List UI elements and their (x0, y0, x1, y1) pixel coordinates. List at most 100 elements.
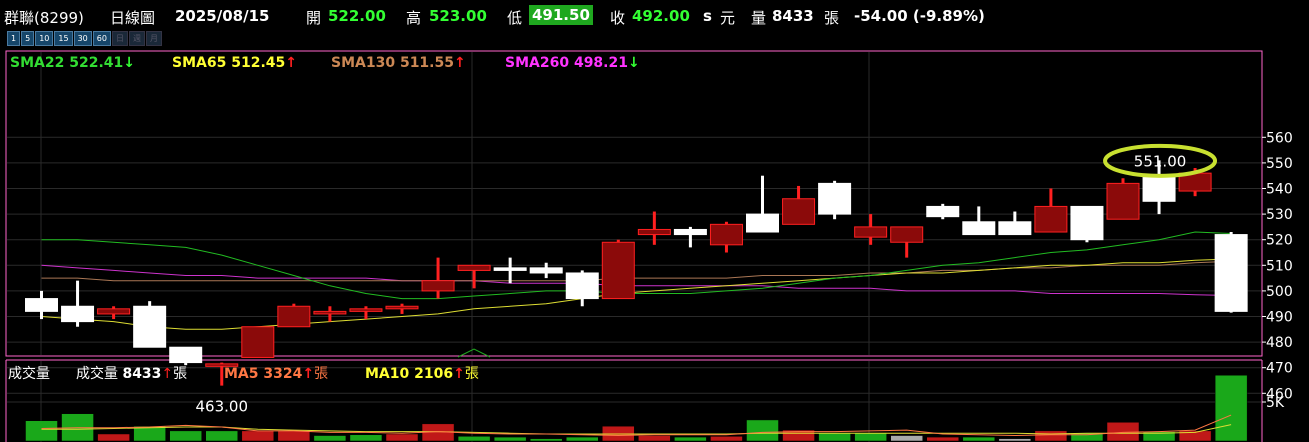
candle (277, 303, 311, 328)
volume-bar (457, 436, 491, 442)
candle-body-up (385, 305, 419, 310)
candle-body-up (1106, 182, 1140, 220)
candle-body-down (133, 305, 167, 348)
volume-bar (205, 430, 238, 442)
vol-legend-value: 8433 (122, 366, 162, 382)
volume-bar (493, 436, 527, 442)
price-tick-label: 530 (1266, 207, 1293, 223)
sma22-legend: SMA22 522.41↓ (10, 55, 135, 71)
candle-body-up (457, 264, 491, 271)
candle (818, 180, 852, 220)
ma10-legend: MA10 2106↑張 (365, 363, 479, 383)
volume-bar (854, 432, 887, 442)
sma130-legend: SMA130 511.55↑ (331, 55, 466, 71)
price-tick-label: 550 (1266, 156, 1293, 172)
candle (1214, 232, 1248, 313)
sma22-value: 522.41 (69, 55, 124, 71)
sma130-label: SMA130 (331, 55, 396, 71)
price-panel-frame (5, 50, 1263, 357)
candle-body-down (61, 305, 95, 323)
candle-body-up (277, 305, 311, 328)
sma65-line (41, 258, 1232, 330)
candle (133, 301, 167, 348)
volume-bar (818, 432, 851, 442)
volume-bar (169, 430, 202, 442)
candle (313, 306, 347, 322)
candle-body-down (1142, 175, 1176, 202)
candle-body-down (493, 267, 527, 271)
volume-bar (746, 419, 779, 442)
sma65-legend: SMA65 512.45↑ (172, 55, 297, 71)
candle (673, 226, 707, 248)
volume-bar (638, 435, 671, 442)
volume-bar (25, 420, 58, 442)
candle (962, 206, 996, 236)
candle (709, 221, 743, 253)
price-tick-label: 510 (1266, 258, 1293, 274)
candle-body-up (854, 226, 888, 238)
candle (565, 270, 599, 307)
candle-body-up (890, 226, 924, 243)
price-tick-label: 470 (1266, 361, 1293, 377)
sma260-legend: SMA260 498.21↓ (505, 55, 640, 71)
sma22-arrow: ↓ (123, 55, 135, 71)
sma65-arrow: ↑ (285, 55, 297, 71)
candle-body-down (169, 346, 203, 364)
candle-body-up (313, 310, 347, 315)
sma260-arrow: ↓ (627, 55, 640, 71)
volume-legend: 成交量 8433↑張 (76, 363, 187, 383)
candle-body-up (782, 198, 816, 225)
volume-panel-title: 成交量 (8, 366, 50, 382)
ma10-value: 2106 (414, 366, 454, 382)
candle-body-up (421, 280, 455, 292)
sma130-value: 511.55 (399, 55, 454, 71)
vol-legend-label: 成交量 (76, 366, 118, 382)
candle (890, 226, 924, 258)
candle-body-down (926, 205, 960, 218)
sma130-arrow: ↑ (453, 55, 466, 71)
candle (421, 257, 455, 299)
sma65-value: 512.45 (231, 55, 286, 71)
price-tick-label: 480 (1266, 335, 1293, 351)
candle-body-down (998, 221, 1032, 236)
candle (241, 326, 275, 358)
volume-bar (277, 430, 311, 442)
candle-body-down (962, 221, 996, 236)
candle (385, 303, 419, 314)
volume-bar (1214, 374, 1248, 442)
candle-body-down (1214, 234, 1248, 312)
price-tick-label: 540 (1266, 182, 1293, 198)
ma10-label: MA10 (365, 366, 410, 382)
low-annotation: 463.00 (196, 398, 249, 416)
candle-body-down (746, 213, 779, 233)
candle-body-down (1070, 205, 1104, 241)
volume-bar (674, 436, 707, 442)
candle-body-up (349, 308, 383, 312)
volume-tick-label: 5K (1266, 395, 1285, 411)
ma5-arrow: ↑ (302, 366, 315, 382)
price-tick-label: 500 (1266, 284, 1293, 300)
candle-body-down (818, 182, 852, 215)
sma130-line (41, 260, 1232, 282)
volume-bar (529, 438, 563, 442)
candle (601, 239, 635, 300)
vol-legend-unit: 張 (173, 366, 188, 382)
candle (926, 203, 960, 220)
volume-bar (890, 435, 923, 442)
candle (854, 214, 888, 245)
price-tick-label: 560 (1266, 130, 1293, 146)
candle-body-up (241, 326, 275, 358)
ma5-value: 3324 (263, 366, 303, 382)
candle (1070, 205, 1104, 243)
sma260-value: 498.21 (573, 55, 628, 71)
candle (1034, 188, 1068, 233)
volume-bar (998, 438, 1032, 442)
candle-body-down (673, 228, 707, 236)
candle-body-up (1034, 205, 1068, 233)
candle (349, 306, 383, 320)
candle (746, 175, 779, 233)
volume-bar (962, 436, 996, 442)
candle-body-up (601, 241, 635, 300)
volume-bar (97, 433, 130, 442)
ma5-label: MA5 (224, 366, 259, 382)
